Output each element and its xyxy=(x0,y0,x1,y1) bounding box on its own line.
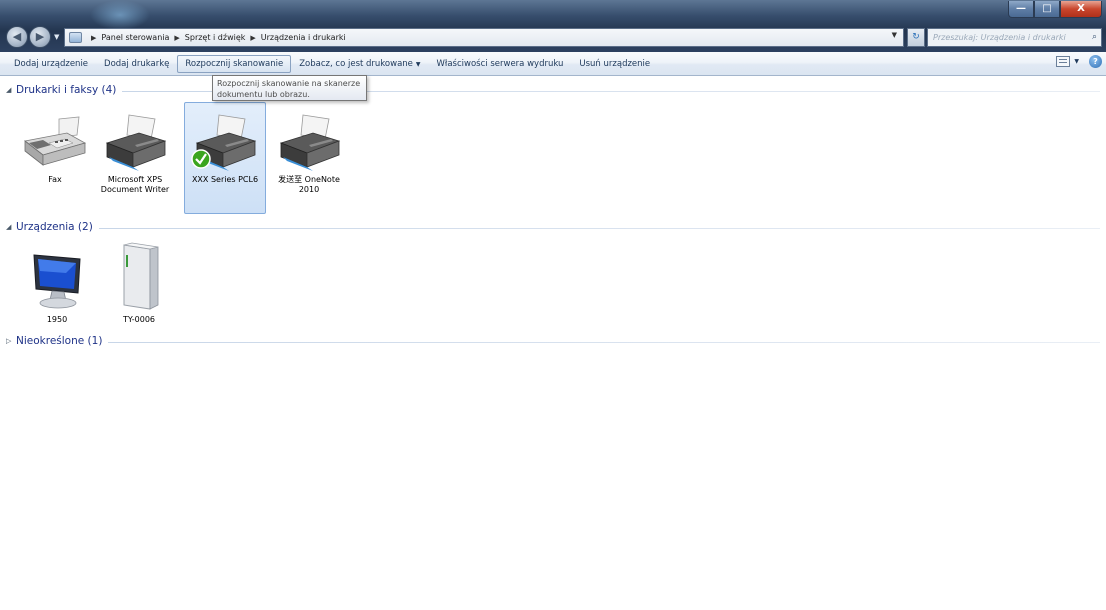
device-tile-send-to-onenote[interactable]: 发送至 OneNote 2010 xyxy=(270,112,348,204)
back-button[interactable]: ◀ xyxy=(6,26,28,48)
device-tile-xxx-series-pcl6[interactable]: XXX Series PCL6 xyxy=(184,102,266,214)
maximize-button[interactable]: □ xyxy=(1034,1,1060,18)
refresh-icon: ↻ xyxy=(912,32,920,42)
start-scan-button[interactable]: Rozpocznij skanowanie xyxy=(177,54,292,73)
device-name: Fax xyxy=(48,175,62,184)
device-name: 发送至 OneNote 2010 xyxy=(278,175,340,194)
breadcrumb-separator[interactable]: ▶ xyxy=(174,34,179,42)
add-printer-button[interactable]: Dodaj drukarkę xyxy=(96,55,177,73)
group-divider xyxy=(98,227,1100,229)
chevron-down-icon: ▼ xyxy=(415,60,421,68)
device-tile-ty-0006[interactable]: TY-0006 xyxy=(100,240,178,328)
see-whats-printing-label: Zobacz, co jest drukowane xyxy=(299,58,413,69)
window-controls: — □ X xyxy=(1008,1,1102,19)
printer-icon xyxy=(191,114,257,171)
device-tile-fax[interactable]: Fax xyxy=(16,112,94,204)
breadcrumb-hardware-sound[interactable]: Sprzęt i dźwięk xyxy=(185,33,246,42)
add-device-button[interactable]: Dodaj urządzenie xyxy=(6,55,96,73)
close-button[interactable]: X xyxy=(1060,1,1102,18)
expand-arrow-icon[interactable]: ◢ xyxy=(6,86,14,94)
group-devices-header[interactable]: ◢ Urządzenia (2) xyxy=(6,220,1100,234)
printer-icon xyxy=(105,114,167,171)
command-bar: Dodaj urządzenie Dodaj drukarkę Rozpoczn… xyxy=(0,52,1106,76)
refresh-button[interactable]: ↻ xyxy=(907,28,925,47)
external-drive-icon xyxy=(123,242,159,310)
command-bar-right: ▼ ? xyxy=(1056,55,1106,68)
group-printers-header[interactable]: ◢ Drukarki i faksy (4) xyxy=(6,83,1100,97)
group-unspecified-title: Nieokreślone (1) xyxy=(16,335,103,347)
device-name: XXX Series PCL6 xyxy=(191,175,259,184)
breadcrumb-separator[interactable]: ▶ xyxy=(91,34,96,42)
start-scan-tooltip: Rozpocznij skanowanie na skanerze dokume… xyxy=(212,75,367,101)
minimize-button[interactable]: — xyxy=(1008,1,1034,18)
address-bar[interactable]: ▶ Panel sterowania ▶ Sprzęt i dźwięk ▶ U… xyxy=(64,28,904,47)
breadcrumb-control-panel[interactable]: Panel sterowania xyxy=(101,33,169,42)
device-tile-xps-writer[interactable]: Microsoft XPS Document Writer xyxy=(96,112,174,204)
view-options-icon[interactable] xyxy=(1056,56,1071,67)
search-icon[interactable]: ⌕ xyxy=(1092,29,1097,46)
view-options-dropdown-icon[interactable]: ▼ xyxy=(1074,58,1079,65)
breadcrumb-separator[interactable]: ▶ xyxy=(250,34,255,42)
navigation-buttons: ◀ ▶ ▼ xyxy=(6,26,59,48)
window-title-bar: — □ X ◀ ▶ ▼ ▶ Panel sterowania ▶ Sprzęt … xyxy=(0,0,1106,52)
print-server-properties-button[interactable]: Właściwości serwera wydruku xyxy=(429,55,572,73)
remove-device-button[interactable]: Usuń urządzenie xyxy=(571,55,658,73)
group-printers-title: Drukarki i faksy (4) xyxy=(16,84,117,96)
printer-icon xyxy=(279,114,341,171)
search-input[interactable]: Przeszukaj: Urządzenia i drukarki ⌕ xyxy=(927,28,1102,47)
monitor-icon xyxy=(33,254,81,309)
device-name: Microsoft XPS Document Writer xyxy=(100,175,170,194)
device-tile-1950[interactable]: 1950 xyxy=(18,244,96,328)
fax-icon xyxy=(24,116,87,166)
group-devices-title: Urządzenia (2) xyxy=(16,221,93,233)
collapsed-arrow-icon[interactable]: ▷ xyxy=(6,337,14,345)
device-name: TY-0006 xyxy=(122,315,156,324)
help-icon[interactable]: ? xyxy=(1089,55,1102,68)
recent-pages-dropdown[interactable]: ▼ xyxy=(54,33,59,41)
search-placeholder: Przeszukaj: Urządzenia i drukarki xyxy=(933,33,1066,42)
device-name: 1950 xyxy=(46,315,68,324)
group-unspecified-header[interactable]: ▷ Nieokreślone (1) xyxy=(6,334,1100,348)
forward-button[interactable]: ▶ xyxy=(29,26,51,48)
control-panel-icon xyxy=(69,32,82,43)
default-printer-check-icon xyxy=(191,149,211,169)
group-divider xyxy=(108,341,1100,343)
see-whats-printing-button[interactable]: Zobacz, co jest drukowane ▼ xyxy=(291,55,428,73)
breadcrumb-devices-printers[interactable]: Urządzenia i drukarki xyxy=(261,33,346,42)
expand-arrow-icon[interactable]: ◢ xyxy=(6,223,14,231)
address-dropdown-icon[interactable]: ▼ xyxy=(892,31,897,39)
